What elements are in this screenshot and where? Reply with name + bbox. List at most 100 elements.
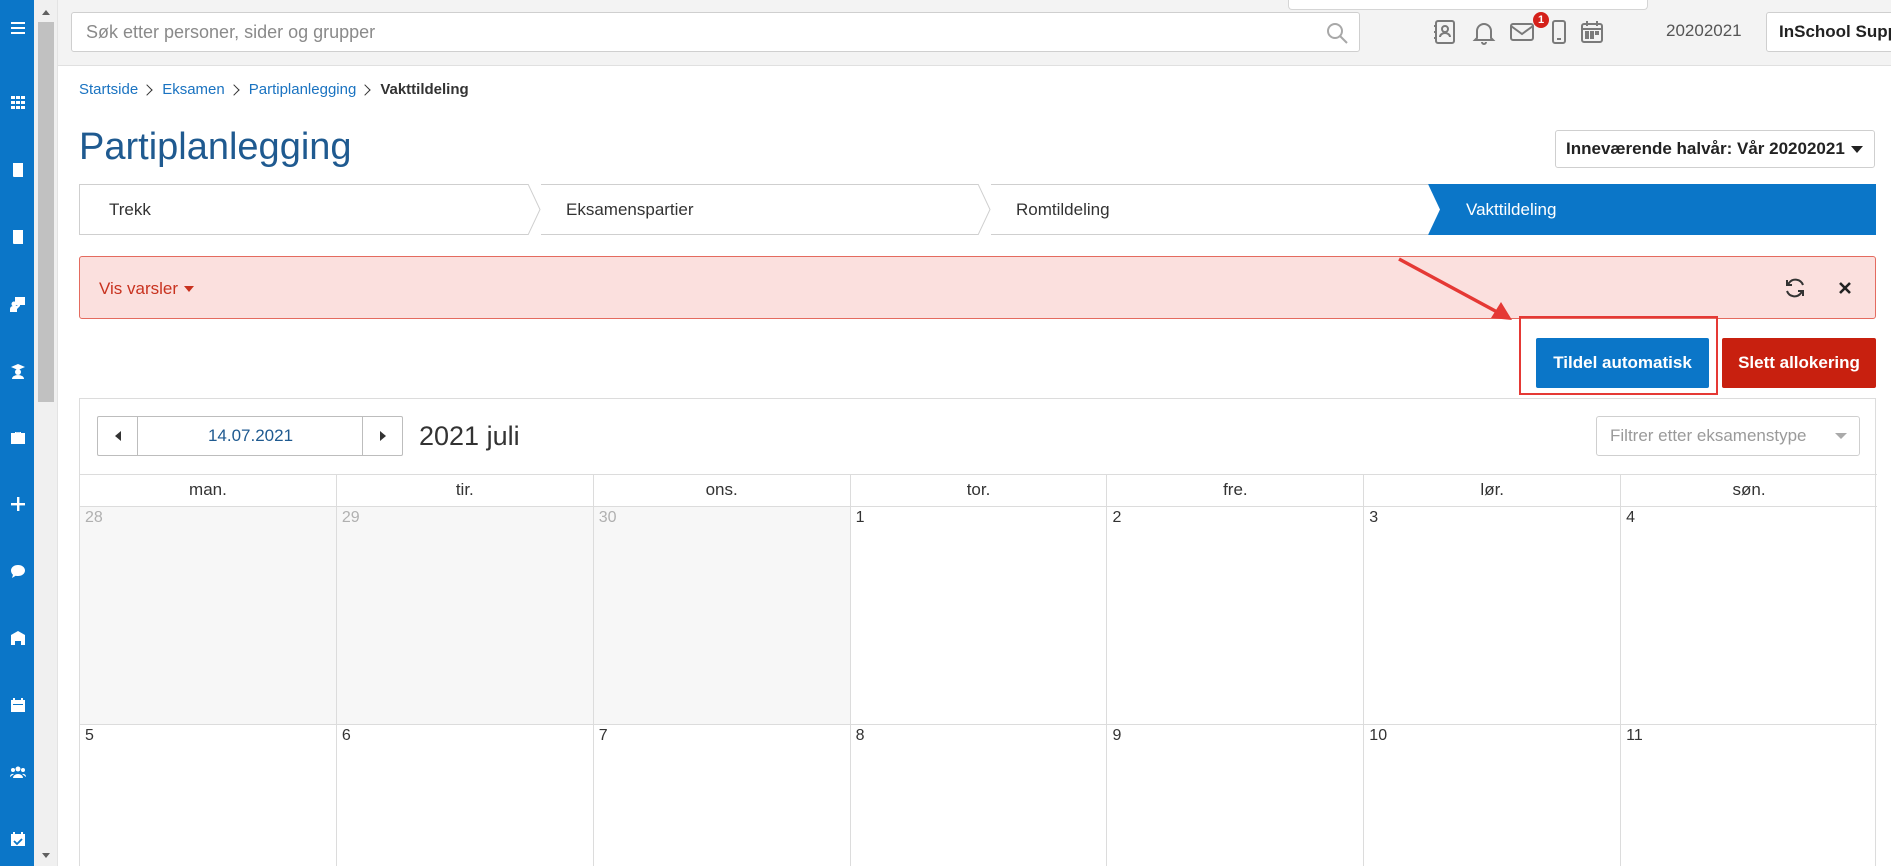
calendar-day-cell[interactable]: 3 — [1364, 507, 1622, 724]
calendar-day-cell[interactable]: 1 — [851, 507, 1108, 724]
step-trekk[interactable]: Trekk — [79, 184, 528, 235]
apps-grid-icon[interactable] — [10, 94, 26, 110]
weekday-label: tir. — [337, 475, 594, 506]
calendar-day-cell[interactable]: 2 — [1107, 507, 1365, 724]
user-name: InSchool Support — [1779, 22, 1891, 41]
weekday-label: søn. — [1732, 480, 1766, 499]
day-number: 6 — [341, 727, 351, 744]
book-icon[interactable] — [10, 229, 26, 245]
day-number: 3 — [1369, 509, 1379, 526]
day-number: 28 — [85, 509, 103, 526]
day-number: 29 — [341, 509, 360, 526]
calendar-icon[interactable] — [10, 697, 26, 713]
people-icon[interactable] — [10, 764, 26, 780]
page-scrollbar[interactable] — [34, 0, 58, 866]
close-icon[interactable] — [1833, 276, 1857, 300]
day-number: 1 — [855, 509, 865, 526]
day-number: 5 — [85, 727, 94, 744]
refresh-icon[interactable] — [1783, 276, 1807, 300]
semester-select-value: Inneværende halvår: Vår 20202021 — [1566, 139, 1845, 158]
breadcrumb-partiplanlegging[interactable]: Partiplanlegging — [249, 81, 357, 98]
breadcrumb-startside[interactable]: Startside — [79, 81, 138, 98]
weekday-label: ons. — [594, 475, 851, 506]
calendar-day-cell[interactable]: 9 — [1107, 725, 1365, 866]
show-alerts-toggle[interactable]: Vis varsler — [99, 279, 195, 299]
weekday-label: tor. — [851, 475, 1108, 506]
calendar-day-cell[interactable]: 8 — [851, 725, 1108, 866]
alert-toggle-label: Vis varsler — [99, 279, 179, 298]
caret-down-icon — [184, 286, 195, 292]
scroll-down-icon[interactable] — [40, 848, 52, 860]
filter-placeholder: Filtrer etter eksamenstype — [1610, 426, 1807, 445]
left-nav-rail — [0, 0, 34, 866]
calendar-day-cell[interactable]: 5 — [80, 725, 337, 866]
user-menu-button[interactable]: InSchool Support — [1766, 12, 1891, 52]
exam-type-filter[interactable]: Filtrer etter eksamenstype — [1596, 416, 1860, 456]
day-number: 8 — [855, 727, 865, 744]
chat-icon[interactable] — [10, 563, 26, 579]
breadcrumb-current: Vakttildeling — [380, 81, 469, 98]
step-vakttildeling[interactable]: Vakttildeling — [1428, 184, 1876, 235]
day-number: 7 — [598, 727, 608, 744]
popup-edge — [1288, 0, 1648, 10]
calendar-day-cell[interactable]: 10 — [1364, 725, 1622, 866]
contacts-icon[interactable] — [1431, 18, 1459, 46]
calendar-day-cell[interactable]: 28 — [80, 507, 337, 724]
step-wizard: Trekk Eksamenspartier Romtildeling Vaktt… — [79, 183, 1876, 236]
briefcase-icon[interactable] — [10, 430, 26, 446]
calendar-day-cell[interactable]: 30 — [593, 507, 851, 724]
mail-icon[interactable] — [1508, 18, 1536, 46]
term-label[interactable]: 20202021 — [1666, 21, 1742, 41]
step-label: Eksamenspartier — [566, 199, 694, 219]
calendar-day-cell[interactable]: 11 — [1621, 725, 1877, 866]
breadcrumb-eksamen[interactable]: Eksamen — [162, 81, 225, 98]
delete-allocation-button[interactable]: Slett allokering — [1722, 338, 1876, 388]
search-input[interactable] — [72, 13, 1272, 51]
weekday-label: man. — [80, 475, 337, 506]
calendar-check-icon[interactable] — [10, 831, 26, 847]
scroll-thumb[interactable] — [38, 22, 54, 402]
search-icon[interactable] — [1325, 21, 1349, 45]
caret-left-icon — [114, 431, 121, 441]
calendar-title: 2021 juli — [419, 421, 520, 451]
alert-bar: Vis varsler — [79, 256, 1876, 319]
next-month-button[interactable] — [362, 417, 402, 455]
calendar-day-cell[interactable]: 4 — [1621, 507, 1877, 724]
scroll-up-icon[interactable] — [40, 6, 52, 18]
step-romtildeling[interactable]: Romtildeling — [991, 184, 1428, 235]
step-label: Vakttildeling — [1466, 199, 1557, 219]
caret-right-icon — [379, 431, 386, 441]
step-divider — [1428, 184, 1448, 235]
graduate-icon[interactable] — [10, 363, 26, 379]
chevron-down-icon — [1835, 433, 1847, 439]
bell-icon[interactable] — [1470, 18, 1498, 46]
day-number: 11 — [1626, 727, 1643, 744]
chevron-down-icon — [1850, 145, 1863, 153]
school-icon[interactable] — [10, 630, 26, 646]
search-box[interactable] — [71, 12, 1360, 52]
step-label: Romtildeling — [1016, 199, 1110, 219]
semester-select[interactable]: Inneværende halvår: Vår 20202021 — [1555, 130, 1875, 168]
calendar-day-cell[interactable]: 29 — [336, 507, 594, 724]
calendar-icon[interactable] — [1578, 18, 1606, 46]
mobile-icon[interactable] — [1545, 18, 1573, 46]
top-bar: 1 20202021 InSchool Support — [58, 0, 1891, 66]
plus-icon[interactable] — [10, 496, 26, 512]
step-label: Trekk — [109, 199, 151, 219]
auto-assign-button[interactable]: Tildel automatisk — [1536, 338, 1709, 388]
annotation-arrow — [1398, 257, 1512, 320]
menu-icon[interactable] — [10, 20, 26, 36]
calendar-day-cell[interactable]: 6 — [337, 725, 594, 866]
page-title: Partiplanlegging — [79, 126, 352, 168]
step-eksamenspartier[interactable]: Eksamenspartier — [541, 184, 978, 235]
calendar-week-row: 5 6 7 8 9 10 11 — [80, 725, 1877, 866]
previous-month-button[interactable] — [98, 417, 138, 455]
date-navigator: 14.07.2021 — [97, 416, 403, 456]
weekday-label: fre. — [1107, 475, 1365, 506]
teacher-icon[interactable] — [10, 296, 26, 312]
day-number: 10 — [1369, 727, 1388, 744]
book-icon[interactable] — [10, 162, 26, 178]
day-number: 9 — [1112, 727, 1122, 744]
date-input[interactable]: 14.07.2021 — [139, 417, 362, 455]
calendar-day-cell[interactable]: 7 — [594, 725, 851, 866]
